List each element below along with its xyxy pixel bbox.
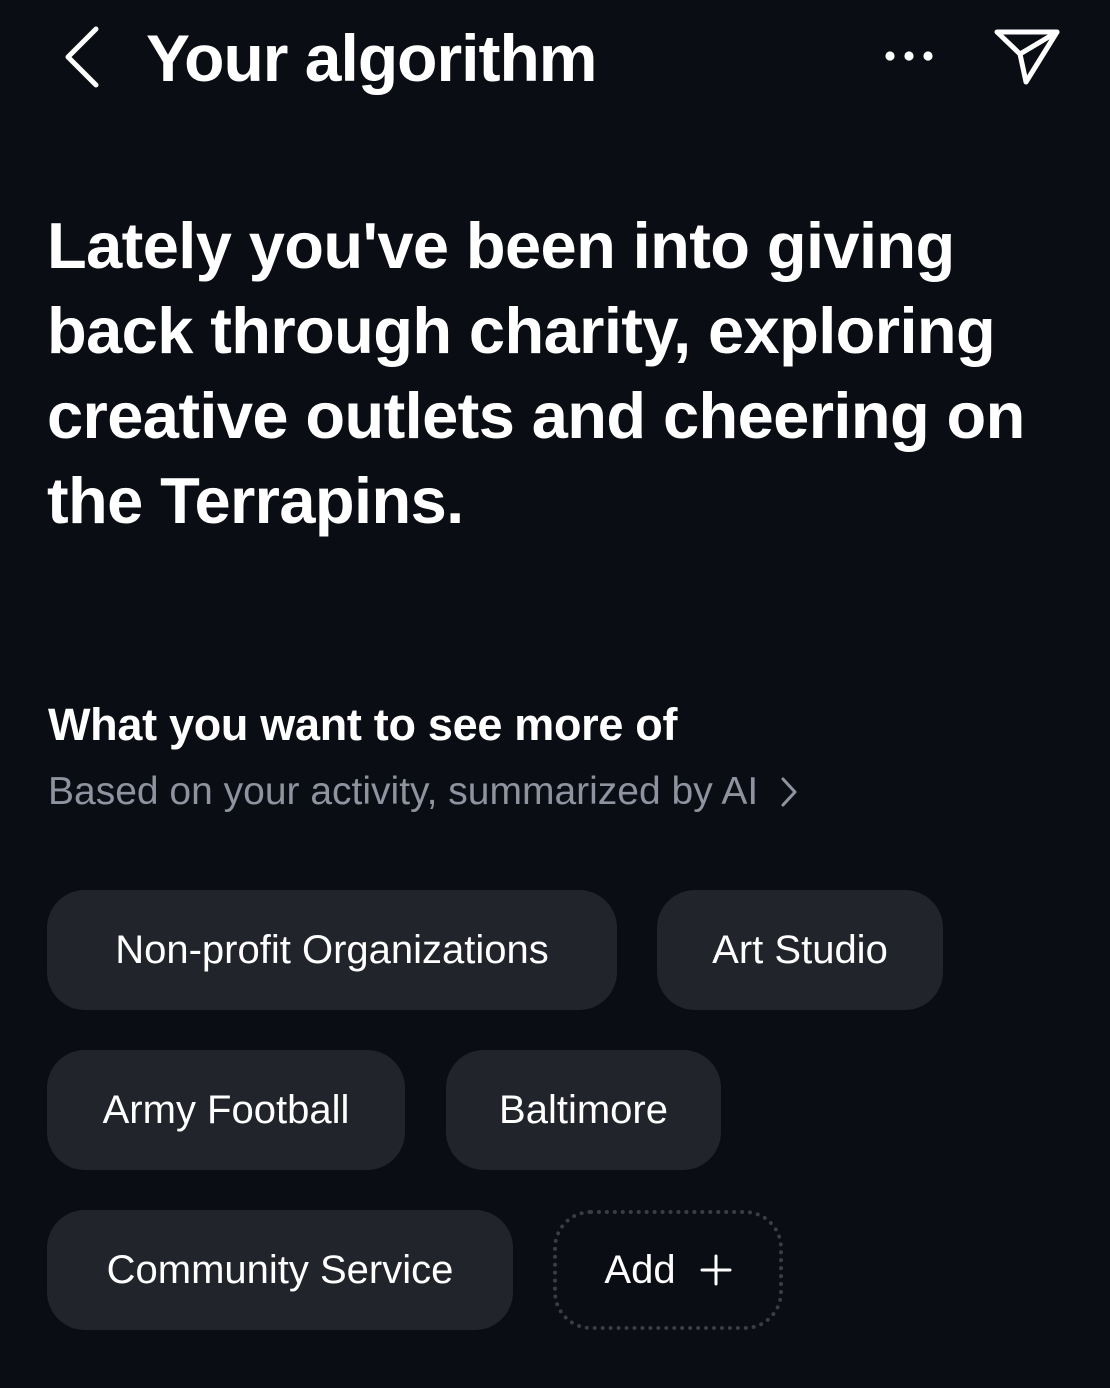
- chevron-right-icon: [780, 776, 798, 808]
- page-title: Your algorithm: [146, 21, 597, 95]
- add-interest-button[interactable]: Add: [553, 1210, 783, 1330]
- add-label: Add: [604, 1247, 676, 1292]
- more-options-button[interactable]: [872, 30, 946, 82]
- interest-chip[interactable]: Non-profit Organizations: [47, 890, 617, 1010]
- chip-label: Non-profit Organizations: [115, 927, 549, 972]
- back-button[interactable]: [56, 22, 108, 92]
- chip-label: Community Service: [106, 1247, 454, 1292]
- section-subtitle: Based on your activity, summarized by AI: [48, 770, 759, 813]
- share-button[interactable]: [988, 20, 1066, 92]
- interest-chip[interactable]: Baltimore: [446, 1050, 721, 1170]
- chip-label: Baltimore: [499, 1087, 668, 1132]
- send-paper-plane-icon: [994, 29, 1060, 85]
- chip-label: Army Football: [102, 1087, 350, 1132]
- interest-chip[interactable]: Army Football: [47, 1050, 405, 1170]
- ai-summary-link[interactable]: Based on your activity, summarized by AI: [48, 764, 798, 820]
- interest-chip[interactable]: Art Studio: [657, 890, 943, 1010]
- section-title: What you want to see more of: [48, 699, 678, 750]
- more-horizontal-icon: [885, 51, 933, 61]
- plus-icon: [700, 1254, 732, 1286]
- algorithm-summary: Lately you've been into giving back thro…: [47, 209, 1025, 537]
- interest-chip[interactable]: Community Service: [47, 1210, 513, 1330]
- chip-label: Art Studio: [712, 927, 888, 972]
- chevron-left-icon: [65, 26, 99, 88]
- top-bar: Your algorithm: [0, 0, 1110, 112]
